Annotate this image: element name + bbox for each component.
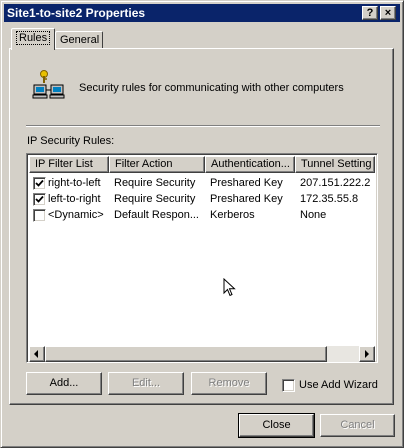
table-row[interactable]: right-to-left Require Security Preshared… xyxy=(29,175,375,191)
rules-list-header: IP Filter List Filter Action Authenticat… xyxy=(29,156,375,173)
help-button[interactable]: ? xyxy=(362,6,378,20)
cell-filter-action: Require Security xyxy=(114,193,196,205)
cancel-button[interactable]: Cancel xyxy=(320,414,395,437)
scroll-right-button[interactable] xyxy=(359,346,375,362)
properties-dialog: Site1-to-site2 Properties ? × Rules Gene… xyxy=(0,0,404,448)
horizontal-scrollbar[interactable] xyxy=(29,346,375,362)
edit-button[interactable]: Edit... xyxy=(108,372,184,395)
table-row[interactable]: <Dynamic> Default Respon... Kerberos Non… xyxy=(29,207,375,223)
title-bar[interactable]: Site1-to-site2 Properties ? × xyxy=(4,4,400,22)
column-label: Filter Action xyxy=(115,158,173,170)
tab-rules-label: Rules xyxy=(16,31,51,45)
add-button[interactable]: Add... xyxy=(26,372,102,395)
column-header-filter-action[interactable]: Filter Action xyxy=(109,156,205,173)
scroll-right-icon xyxy=(365,350,369,358)
cell-authentication: Kerberos xyxy=(210,209,255,221)
tab-general[interactable]: General xyxy=(55,31,103,49)
help-icon: ? xyxy=(366,7,374,19)
scroll-left-button[interactable] xyxy=(29,346,45,362)
cell-filter-action: Require Security xyxy=(114,177,196,189)
cell-authentication: Preshared Key xyxy=(210,177,283,189)
cell-filter-list: left-to-right xyxy=(48,193,101,205)
column-header-tunnel-setting[interactable]: Tunnel Setting xyxy=(295,156,375,173)
rule-checkbox[interactable] xyxy=(33,193,46,206)
column-label: Tunnel Setting xyxy=(301,158,372,170)
column-header-authentication[interactable]: Authentication... xyxy=(205,156,295,173)
window-title: Site1-to-site2 Properties xyxy=(7,6,146,20)
column-label: Authentication... xyxy=(211,158,290,170)
cell-filter-list: right-to-left xyxy=(48,177,101,189)
column-label: IP Filter List xyxy=(35,158,93,170)
checkbox-checked-icon xyxy=(35,195,44,203)
network-computers-icon xyxy=(31,69,67,101)
table-row[interactable]: left-to-right Require Security Preshared… xyxy=(29,191,375,207)
checkbox-checked-icon xyxy=(35,179,44,187)
scroll-thumb[interactable] xyxy=(45,346,327,362)
cell-filter-list: <Dynamic> xyxy=(48,209,104,221)
use-add-wizard-checkbox[interactable] xyxy=(282,379,295,392)
rule-checkbox[interactable] xyxy=(33,209,46,222)
rules-list[interactable]: IP Filter List Filter Action Authenticat… xyxy=(26,153,378,363)
cell-filter-action: Default Respon... xyxy=(114,209,199,221)
cell-tunnel: 207.151.222.2 xyxy=(300,177,371,189)
ip-security-rules-label: IP Security Rules: xyxy=(27,135,115,147)
description-text: Security rules for communicating with ot… xyxy=(79,82,344,94)
cell-authentication: Preshared Key xyxy=(210,193,283,205)
remove-button[interactable]: Remove xyxy=(191,372,267,395)
close-window-button[interactable]: × xyxy=(380,6,396,20)
scroll-left-icon xyxy=(34,350,38,358)
close-button[interactable]: Close xyxy=(238,413,315,438)
tab-rules[interactable]: Rules xyxy=(11,28,55,50)
separator-line xyxy=(26,125,380,127)
tab-general-label: General xyxy=(60,34,100,46)
cell-tunnel: 172.35.55.8 xyxy=(300,193,359,205)
rule-checkbox[interactable] xyxy=(33,177,46,190)
column-header-ip-filter-list[interactable]: IP Filter List xyxy=(29,156,109,173)
cell-tunnel: None xyxy=(300,209,327,221)
close-icon: × xyxy=(384,7,392,19)
use-add-wizard-label[interactable]: Use Add Wizard xyxy=(299,379,378,391)
mouse-pointer-icon xyxy=(223,278,236,297)
